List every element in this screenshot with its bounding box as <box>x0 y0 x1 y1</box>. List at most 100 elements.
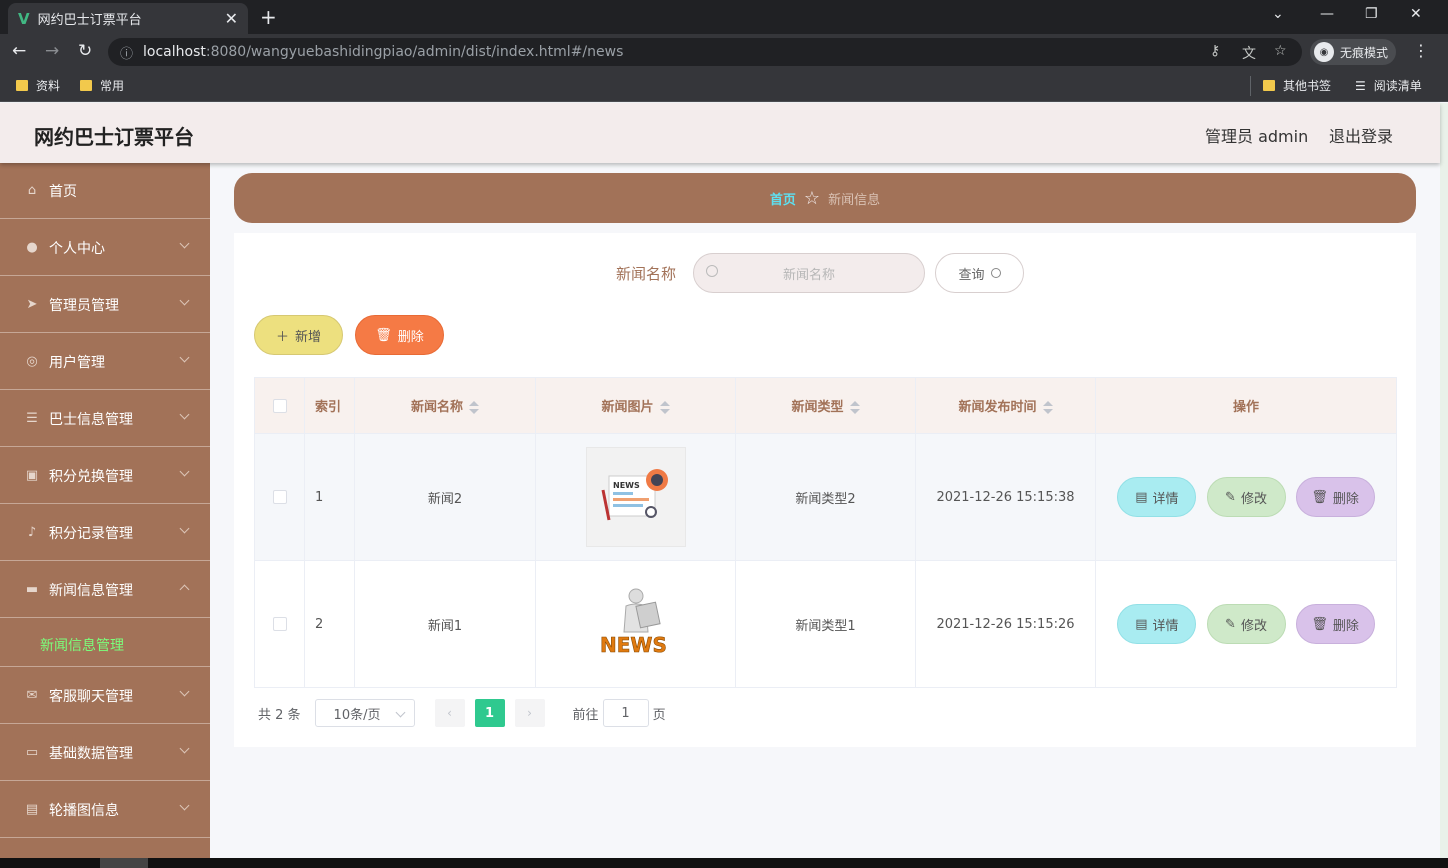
row-publish-time: 2021-12-26 15:15:26 <box>915 560 1096 688</box>
sidebar-item-label: 个人中心 <box>49 240 105 257</box>
star-icon: ☆ <box>803 187 821 209</box>
user-icon: ● <box>26 240 38 255</box>
back-icon[interactable]: ← <box>12 41 26 61</box>
edit-icon: ✎ <box>1225 616 1236 632</box>
sidebar-subitem-label: 新闻信息管理 <box>40 637 124 654</box>
sidebar-item-carousel[interactable]: ▤ 轮播图信息 <box>0 782 210 838</box>
current-user: 管理员 admin <box>1205 127 1309 146</box>
window-close-icon[interactable]: ✕ <box>1410 6 1422 22</box>
sidebar-item-bus-info[interactable]: ☰ 巴士信息管理 <box>0 391 210 447</box>
news-figure-icon: NEWS <box>599 588 667 657</box>
sidebar-item-news-management[interactable]: ▬ 新闻信息管理 <box>0 562 210 618</box>
header-actions: 操作 <box>1095 377 1397 434</box>
sidebar-item-home[interactable]: ⌂ 首页 <box>0 163 210 219</box>
row-checkbox[interactable] <box>272 490 287 504</box>
sidebar-item-points-record[interactable]: ♪ 积分记录管理 <box>0 505 210 561</box>
browser-menu-icon[interactable]: ⋮ <box>1413 41 1429 60</box>
query-button-label: 查询 <box>958 267 985 283</box>
svg-text:NEWS: NEWS <box>600 633 667 657</box>
tab-search-chevron-icon[interactable]: ⌄ <box>1272 6 1284 22</box>
sidebar-item-personal-center[interactable]: ● 个人中心 <box>0 220 210 276</box>
header-publish-time[interactable]: 新闻发布时间 <box>915 377 1096 434</box>
sort-icon[interactable] <box>659 400 670 415</box>
minimize-icon[interactable]: — <box>1320 6 1334 22</box>
sidebar-item-admin-management[interactable]: ➤ 管理员管理 <box>0 277 210 333</box>
document-icon: ▤ <box>1135 616 1148 632</box>
table-header-row: 索引 新闻名称 新闻图片 新闻类型 新闻发布时间 操作 <box>254 377 1397 434</box>
bookmark-folder[interactable]: 常用 <box>80 77 124 94</box>
incognito-label: 无痕模式 <box>1340 45 1389 60</box>
lifebuoy-icon: ◎ <box>26 354 38 369</box>
sidebar-subitem-news[interactable]: 新闻信息管理 <box>0 623 210 667</box>
edit-icon: ✎ <box>1225 489 1236 505</box>
taskbar-item[interactable] <box>100 858 148 868</box>
vue-logo-icon: V <box>18 9 30 28</box>
chevron-down-icon <box>179 743 190 754</box>
tab-close-icon[interactable]: ✕ <box>225 9 238 28</box>
sort-icon[interactable] <box>849 400 860 415</box>
breadcrumb-home[interactable]: 首页 <box>770 189 796 208</box>
header-news-type[interactable]: 新闻类型 <box>735 377 916 434</box>
trash-icon: 🗑 <box>375 327 392 343</box>
sidebar-item-chat[interactable]: ✉ 客服聊天管理 <box>0 668 210 724</box>
next-page-icon[interactable]: › <box>514 699 545 727</box>
url-bar[interactable]: ⓘ localhost :8080/wangyuebashidingpiao/a… <box>108 38 1302 66</box>
bookmark-star-icon[interactable]: ☆ <box>1274 43 1287 59</box>
sidebar-item-label: 新闻信息管理 <box>49 582 133 599</box>
new-tab-icon[interactable]: + <box>260 5 277 29</box>
logout-link[interactable]: 退出登录 <box>1329 123 1393 147</box>
app-header: 网约巴士订票平台 管理员 admin 退出登录 <box>0 103 1440 163</box>
row-checkbox[interactable] <box>272 617 287 631</box>
header-news-name[interactable]: 新闻名称 <box>354 377 536 434</box>
translate-icon[interactable]: 文 <box>1242 43 1256 63</box>
goto-page-input[interactable]: 1 <box>602 699 649 727</box>
query-button[interactable]: 查询 <box>935 253 1024 293</box>
row-delete-button[interactable]: 🗑 删除 <box>1295 477 1375 517</box>
folder-icon <box>80 80 92 91</box>
pagination-total: 共 2 条 <box>258 707 301 723</box>
reload-icon[interactable]: ↻ <box>78 41 92 61</box>
tab-title: 网约巴士订票平台 <box>37 13 142 28</box>
sort-icon[interactable] <box>1042 400 1053 415</box>
detail-button[interactable]: ▤ 详情 <box>1117 604 1197 644</box>
restore-icon[interactable]: ❐ <box>1365 6 1378 22</box>
address-bar-row: ← → ↻ ⓘ localhost :8080/wangyuebashiding… <box>0 34 1448 70</box>
sidebar-item-points-exchange[interactable]: ▣ 积分兑换管理 <box>0 448 210 504</box>
page-number-current[interactable]: 1 <box>474 699 505 727</box>
sidebar-item-label: 巴士信息管理 <box>49 411 133 428</box>
news-thumbnail[interactable]: NEWS <box>586 574 686 674</box>
sort-icon[interactable] <box>469 400 479 415</box>
chevron-down-icon <box>179 295 190 306</box>
incognito-badge[interactable]: ◉ 无痕模式 <box>1310 39 1397 65</box>
bookmark-folder[interactable]: 资料 <box>16 77 60 94</box>
edit-button[interactable]: ✎ 修改 <box>1206 604 1286 644</box>
chevron-down-icon <box>179 523 190 534</box>
sidebar-item-label: 积分兑换管理 <box>49 468 133 485</box>
other-bookmarks[interactable]: 其他书签 <box>1263 77 1331 94</box>
select-all-checkbox[interactable] <box>272 398 287 413</box>
row-delete-button[interactable]: 🗑 删除 <box>1295 604 1375 644</box>
search-input[interactable]: 新闻名称 <box>693 253 925 293</box>
sidebar-item-base-data[interactable]: ▭ 基础数据管理 <box>0 725 210 781</box>
bookmarks-bar: 资料 常用 其他书签 ☰ 阅读清单 <box>0 70 1448 102</box>
page-size-select[interactable]: 10条/页 <box>314 699 415 727</box>
news-thumbnail[interactable]: NEWS <box>585 447 686 547</box>
sidebar-item-user-management[interactable]: ◎ 用户管理 <box>0 334 210 390</box>
key-icon[interactable]: ⚷ <box>1210 43 1220 59</box>
add-button[interactable]: ＋ 新增 <box>254 315 343 355</box>
trash-icon: 🗑 <box>1311 616 1328 632</box>
header-news-image[interactable]: 新闻图片 <box>535 377 736 434</box>
scrollbar-track <box>1440 103 1448 858</box>
reading-list[interactable]: ☰ 阅读清单 <box>1355 77 1422 94</box>
url-path: :8080/wangyuebashidingpiao/admin/dist/in… <box>205 44 624 60</box>
edit-button[interactable]: ✎ 修改 <box>1206 477 1286 517</box>
briefcase-icon: ▤ <box>25 802 39 817</box>
detail-button[interactable]: ▤ 详情 <box>1117 477 1197 517</box>
batch-delete-button[interactable]: 🗑 删除 <box>355 315 444 355</box>
prev-page-icon[interactable]: ‹ <box>434 699 465 727</box>
site-info-icon[interactable]: ⓘ <box>120 43 133 62</box>
app-title: 网约巴士订票平台 <box>34 125 194 149</box>
forward-icon[interactable]: → <box>45 41 59 61</box>
browser-tab[interactable]: V 网约巴士订票平台 ✕ <box>8 3 248 34</box>
trash-icon: 🗑 <box>1311 489 1328 505</box>
